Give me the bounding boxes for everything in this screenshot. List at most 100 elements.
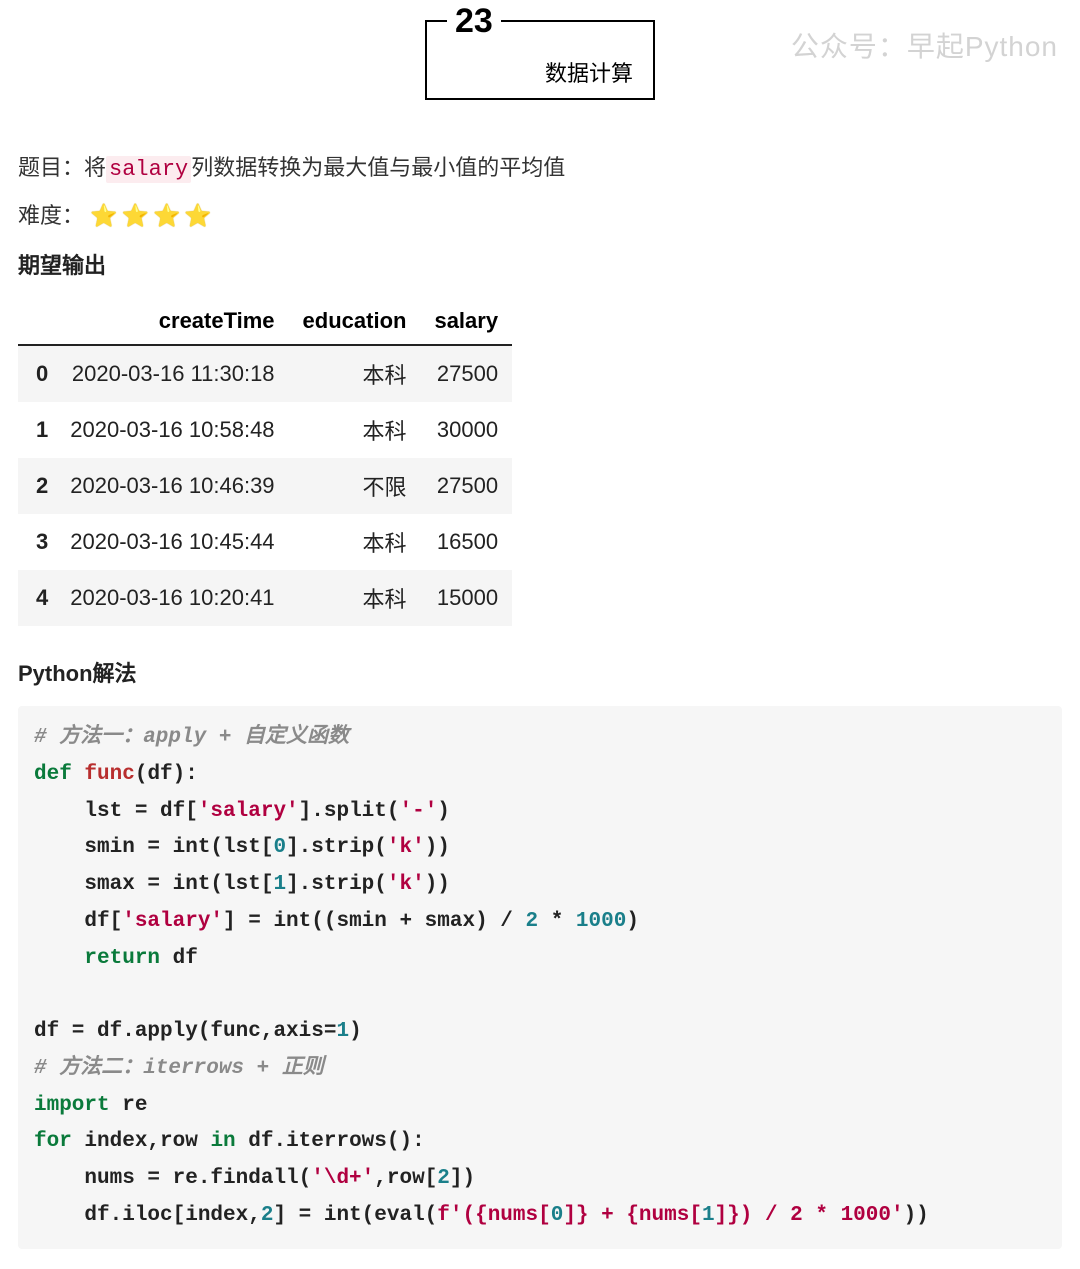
code-number: 2 [526, 910, 539, 933]
code-fstring: ]}) / 2 * 1000' [715, 1204, 904, 1227]
code-text: ,row[ [374, 1167, 437, 1190]
code-string: 'salary' [122, 910, 223, 933]
difficulty-stars: ⭐⭐⭐⭐ [90, 203, 216, 228]
code-keyword: in [210, 1130, 235, 1153]
star-icon: ⭐ [90, 203, 121, 229]
star-icon: ⭐ [122, 203, 153, 229]
code-fstring: ]} + {nums[ [563, 1204, 702, 1227]
code-text: smin = int(lst[ [34, 836, 273, 859]
table-cell-index: 3 [18, 514, 56, 570]
code-number: 2 [437, 1167, 450, 1190]
table-header-education: education [289, 298, 421, 345]
code-number: 2 [261, 1204, 274, 1227]
code-text: ) [626, 910, 639, 933]
code-text: ) [349, 1020, 362, 1043]
table-cell-salary: 27500 [420, 345, 512, 402]
code-comment: # 方法一：apply + 自定义函数 [34, 726, 349, 749]
code-string: 'k' [387, 873, 425, 896]
code-text: df [160, 947, 198, 970]
problem-suffix: 列数据转换为最大值与最小值的平均值 [191, 155, 565, 180]
table-cell-salary: 15000 [420, 570, 512, 626]
table-cell-salary: 27500 [420, 458, 512, 514]
table-cell-education: 本科 [289, 402, 421, 458]
output-table: createTime education salary 0 2020-03-16… [18, 298, 512, 626]
table-row: 3 2020-03-16 10:45:44 本科 16500 [18, 514, 512, 570]
code-string: 'salary' [198, 800, 299, 823]
table-row: 4 2020-03-16 10:20:41 本科 15000 [18, 570, 512, 626]
code-text: smax = int(lst[ [34, 873, 273, 896]
table-row: 1 2020-03-16 10:58:48 本科 30000 [18, 402, 512, 458]
code-fstring: f'({nums[ [437, 1204, 550, 1227]
table-header-salary: salary [420, 298, 512, 345]
code-number: 1000 [576, 910, 626, 933]
code-text: ].split( [299, 800, 400, 823]
title-text: 数据计算 [545, 56, 633, 88]
table-header-row: createTime education salary [18, 298, 512, 345]
code-number: 0 [273, 836, 286, 859]
code-text: lst = df[ [34, 800, 198, 823]
code-text: df.iterrows(): [236, 1130, 425, 1153]
title-box: 23 数据计算 [425, 20, 655, 100]
solution-label: Python解法 [18, 656, 1062, 688]
code-text: nums = re.findall( [34, 1167, 311, 1190]
code-text: df = df.apply(func,axis= [34, 1020, 336, 1043]
table-cell-createTime: 2020-03-16 10:58:48 [56, 402, 288, 458]
table-cell-index: 0 [18, 345, 56, 402]
code-keyword: return [84, 947, 160, 970]
code-text: ]) [450, 1167, 475, 1190]
table-cell-createTime: 2020-03-16 11:30:18 [56, 345, 288, 402]
table-cell-salary: 16500 [420, 514, 512, 570]
code-text: ].strip( [286, 836, 387, 859]
table-cell-salary: 30000 [420, 402, 512, 458]
table-cell-index: 4 [18, 570, 56, 626]
expected-output-label: 期望输出 [18, 248, 1062, 280]
table-cell-education: 本科 [289, 345, 421, 402]
table-cell-index: 1 [18, 402, 56, 458]
code-text: * [538, 910, 576, 933]
problem-prefix: 将 [84, 155, 106, 180]
difficulty-label: 难度： [18, 203, 84, 228]
table-cell-index: 2 [18, 458, 56, 514]
table-cell-createTime: 2020-03-16 10:45:44 [56, 514, 288, 570]
code-text: ].strip( [286, 873, 387, 896]
table-header-index [18, 298, 56, 345]
code-comment: # 方法二：iterrows + 正则 [34, 1057, 324, 1080]
code-block: # 方法一：apply + 自定义函数 def func(df): lst = … [18, 706, 1062, 1249]
code-text: ] = int(eval( [273, 1204, 437, 1227]
code-keyword: def [34, 763, 72, 786]
table-cell-education: 本科 [289, 514, 421, 570]
table-row: 2 2020-03-16 10:46:39 不限 27500 [18, 458, 512, 514]
code-text: ] = int((smin + smax) / [223, 910, 525, 933]
problem-row: 题目：将salary列数据转换为最大值与最小值的平均值 [18, 150, 1062, 182]
code-text: index,row [72, 1130, 211, 1153]
code-text: re [110, 1094, 148, 1117]
code-text: df[ [34, 910, 122, 933]
star-icon: ⭐ [184, 203, 215, 229]
watermark: 公众号：早起Python [791, 25, 1058, 65]
code-number: 0 [551, 1204, 564, 1227]
code-keyword: import [34, 1094, 110, 1117]
code-number: 1 [336, 1020, 349, 1043]
problem-label: 题目： [18, 155, 84, 180]
code-string: '\d+' [311, 1167, 374, 1190]
table-cell-createTime: 2020-03-16 10:46:39 [56, 458, 288, 514]
table-cell-createTime: 2020-03-16 10:20:41 [56, 570, 288, 626]
code-text: (df): [135, 763, 198, 786]
code-string: '-' [399, 800, 437, 823]
code-string: 'k' [387, 836, 425, 859]
code-text: )) [425, 836, 450, 859]
difficulty-row: 难度： ⭐⭐⭐⭐ [18, 198, 1062, 230]
code-text: )) [425, 873, 450, 896]
code-text: )) [904, 1204, 929, 1227]
title-number: 23 [447, 2, 501, 41]
code-number: 1 [273, 873, 286, 896]
table-cell-education: 不限 [289, 458, 421, 514]
table-header-createTime: createTime [56, 298, 288, 345]
code-number: 1 [702, 1204, 715, 1227]
table-row: 0 2020-03-16 11:30:18 本科 27500 [18, 345, 512, 402]
code-keyword: for [34, 1130, 72, 1153]
code-function-name: func [84, 763, 134, 786]
problem-inline-code: salary [106, 156, 191, 183]
code-text: ) [437, 800, 450, 823]
star-icon: ⭐ [153, 203, 184, 229]
